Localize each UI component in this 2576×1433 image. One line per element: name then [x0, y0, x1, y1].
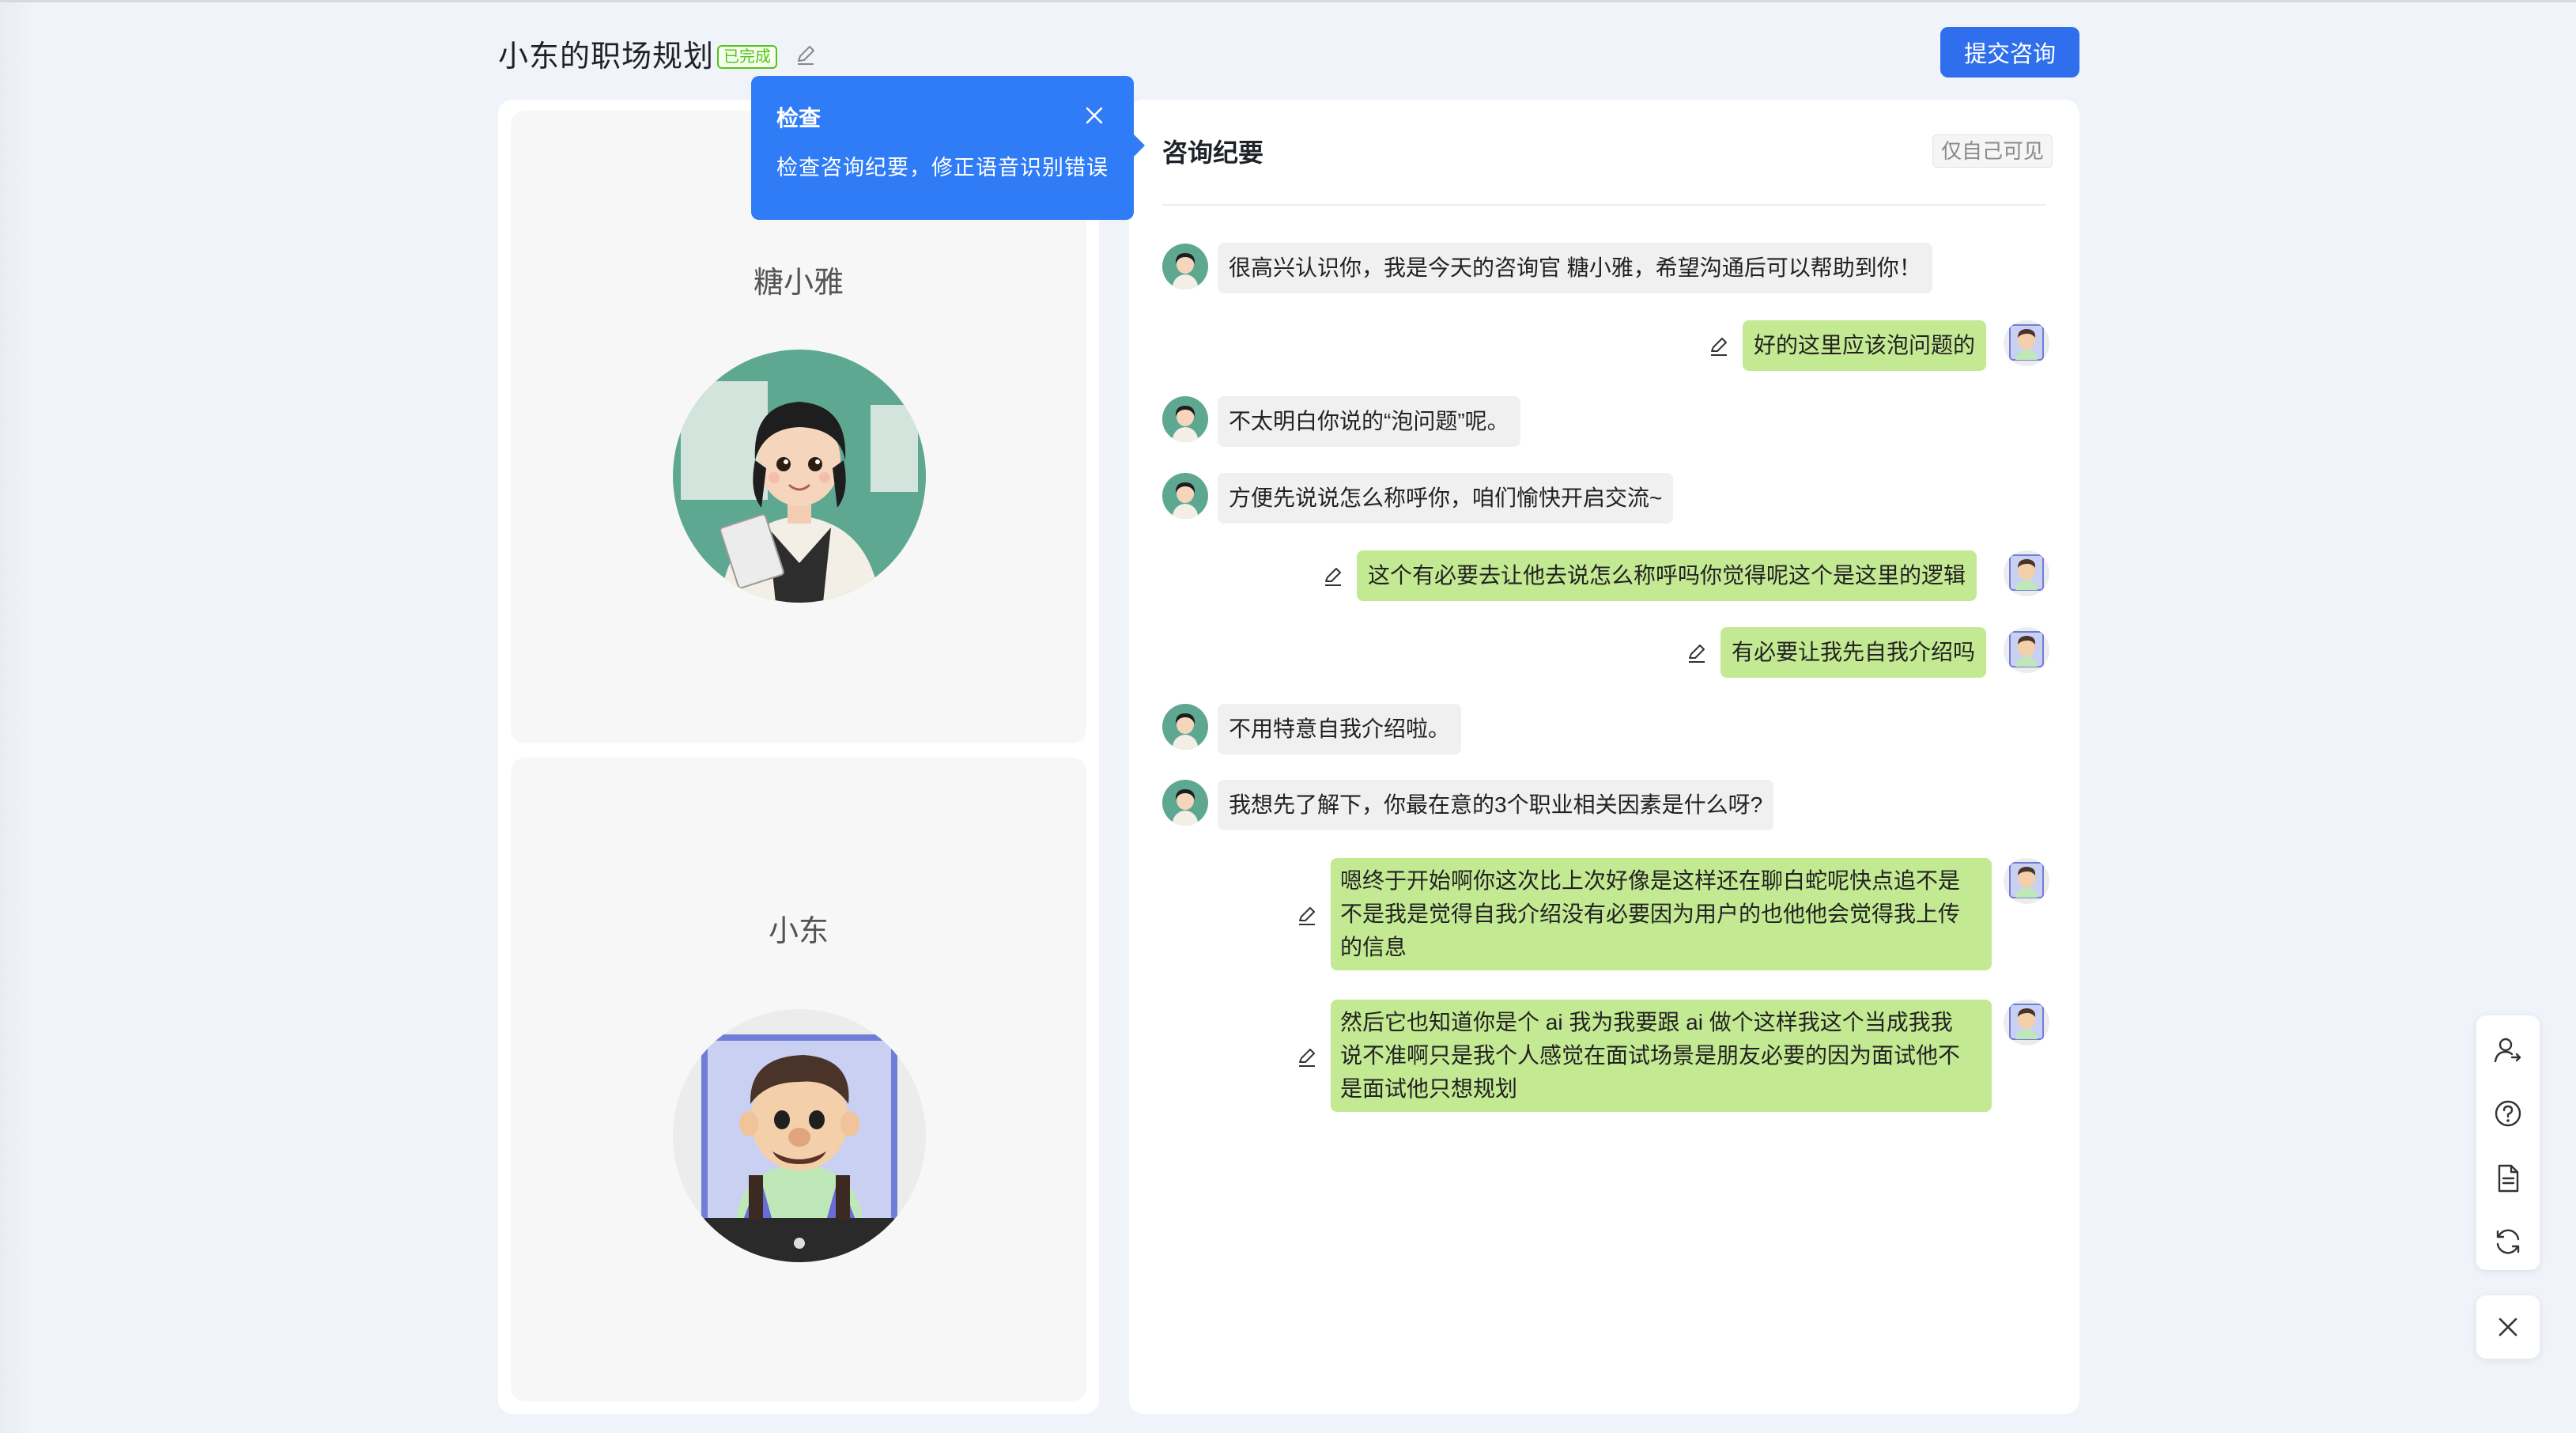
- pencil-icon[interactable]: [1295, 1045, 1319, 1069]
- chat-message: 然后它也知道你是个 ai 我为我要跟 ai 做个这样我这个当成我我 说不准啊只是…: [1331, 1000, 1992, 1112]
- bot-avatar: [1162, 780, 1208, 826]
- divider: [1162, 204, 2046, 206]
- chat-message: 嗯终于开始啊你这次比上次好像是这样还在聊白蛇呢快点追不是 不是我是觉得自我介绍没…: [1331, 858, 1992, 970]
- pencil-icon[interactable]: [1685, 641, 1709, 665]
- bot-avatar: [1162, 396, 1208, 442]
- chat-message: 我想先了解下，你最在意的3个职业相关因素是什么呀?: [1218, 780, 1774, 830]
- bot-avatar: [1162, 244, 1208, 289]
- message-line: 然后它也知道你是个 ai 我为我要跟 ai 做个这样我这个当成我我: [1340, 1010, 1953, 1034]
- message-line: 是面试他只想规划: [1340, 1076, 1518, 1101]
- message-line: 不是我是觉得自我介绍没有必要因为用户的也他他会觉得我上传: [1340, 902, 1961, 926]
- document-icon[interactable]: [2492, 1163, 2524, 1194]
- refresh-icon[interactable]: [2492, 1226, 2524, 1257]
- guide-tooltip: 检查 检查咨询纪要，修正语音识别错误: [751, 76, 1145, 220]
- chat-message: 不太明白你说的“泡问题”呢。: [1218, 396, 1520, 447]
- message-line: 说不准啊只是我个人感觉在面试场景是朋友必要的因为面试他不: [1340, 1043, 1961, 1068]
- side-toolbar: [2476, 1015, 2540, 1270]
- user-avatar: [673, 1009, 926, 1262]
- message-line: 嗯终于开始啊你这次比上次好像是这样还在聊白蛇呢快点追不是: [1340, 868, 1961, 893]
- user-card: 小东: [511, 758, 1086, 1401]
- consultant-name: 糖小雅: [753, 267, 844, 300]
- status-badge: 已完成: [717, 45, 777, 69]
- close-icon[interactable]: [1083, 104, 1105, 127]
- transcript-panel: 咨询纪要 仅自己可见: [1129, 100, 2079, 1414]
- chat-message: 好的这里应该泡问题的: [1743, 320, 1987, 371]
- tooltip-title: 检查: [776, 106, 822, 130]
- chat-message: 这个有必要去让他去说怎么称呼吗你觉得呢这个是这里的逻辑: [1357, 550, 1977, 601]
- user-avatar-small: [2004, 858, 2049, 904]
- user-switch-icon[interactable]: [2492, 1034, 2524, 1066]
- close-icon: [2499, 1318, 2517, 1337]
- chat-message: 不用特意自我介绍啦。: [1218, 704, 1462, 754]
- pencil-icon[interactable]: [1321, 565, 1345, 588]
- chat-message: 有必要让我先自我介绍吗: [1720, 627, 1987, 678]
- transcript-title: 咨询纪要: [1162, 138, 1264, 167]
- user-avatar-small: [2004, 320, 2049, 366]
- pencil-icon[interactable]: [793, 43, 818, 68]
- bot-avatar: [1162, 704, 1208, 750]
- bot-avatar: [1162, 473, 1208, 519]
- help-icon[interactable]: [2492, 1098, 2524, 1129]
- user-avatar-small: [2004, 1000, 2049, 1045]
- top-border: [0, 0, 2576, 2]
- consultant-avatar: [673, 350, 926, 603]
- user-avatar-small: [2004, 550, 2049, 596]
- tooltip-text: 检查咨询纪要，修正语音识别错误: [776, 156, 1109, 180]
- user-avatar-small: [2004, 627, 2049, 673]
- user-name: 小东: [768, 915, 829, 948]
- message-line: 的信息: [1340, 935, 1407, 959]
- pencil-icon[interactable]: [1707, 335, 1731, 358]
- chat-message: 很高兴认识你，我是今天的咨询官 糖小雅，希望沟通后可以帮助到你！: [1218, 243, 1932, 293]
- close-panel-button[interactable]: [2476, 1295, 2540, 1359]
- pencil-icon[interactable]: [1295, 904, 1319, 928]
- chat-message: 方便先说说怎么称呼你，咱们愉快开启交流~: [1218, 473, 1674, 524]
- page-title: 小东的职场规划: [498, 40, 715, 74]
- visibility-badge[interactable]: 仅自己可见: [1932, 134, 2053, 168]
- submit-consultation-button[interactable]: 提交咨询: [1940, 27, 2079, 78]
- participants-panel: 糖小雅 小东: [498, 100, 1099, 1414]
